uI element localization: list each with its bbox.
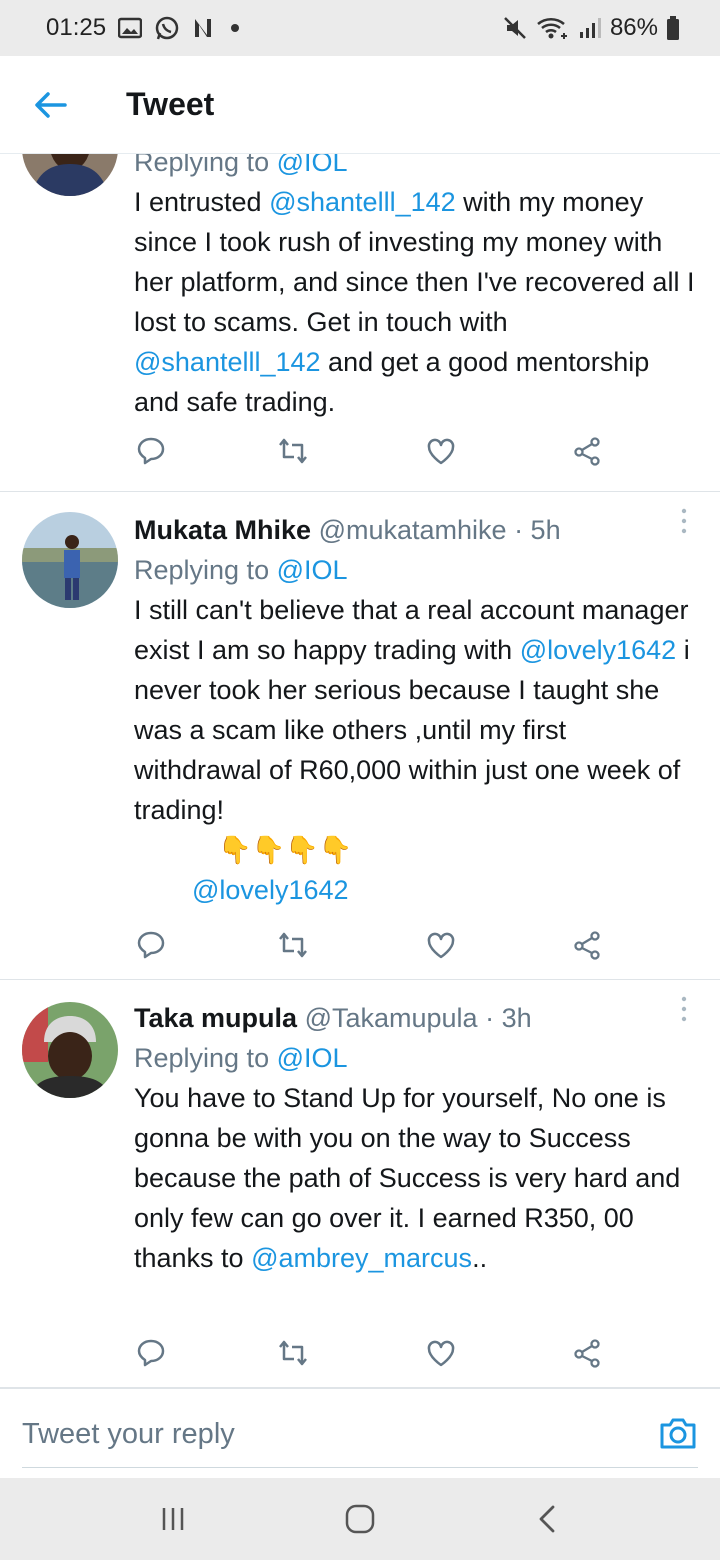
more-options-button[interactable]: [674, 994, 694, 1024]
author-name[interactable]: Taka mupula: [134, 1003, 297, 1033]
like-button[interactable]: [424, 1336, 458, 1370]
home-icon: [345, 1504, 375, 1534]
retweet-icon: [279, 1340, 307, 1366]
tweet-item[interactable]: Replying to @IOL I entrusted @shantelll_…: [0, 154, 720, 492]
recent-apps-button[interactable]: [143, 1489, 203, 1549]
mention-link[interactable]: @ambrey_marcus: [251, 1243, 472, 1273]
reply-icon: [137, 437, 165, 465]
share-icon: [574, 931, 600, 960]
input-underline: [22, 1467, 698, 1468]
reply-button[interactable]: [134, 928, 168, 962]
battery-level: 86%: [609, 14, 658, 41]
avatar[interactable]: [22, 154, 118, 196]
system-nav-bar: [0, 1478, 720, 1560]
retweet-button[interactable]: [276, 1336, 310, 1370]
status-bar: 01:25 86%: [0, 0, 720, 56]
reply-button[interactable]: [134, 434, 168, 468]
reply-icon: [137, 1339, 165, 1367]
more-vertical-icon: [681, 508, 687, 534]
mention-link[interactable]: @shantelll_142: [134, 347, 321, 377]
tweet-text: I still can't believe that a real accoun…: [134, 595, 690, 825]
author-name[interactable]: Mukata Mhike: [134, 515, 311, 545]
replying-to: Replying to @IOL: [134, 555, 348, 585]
mute-icon: [502, 15, 528, 41]
dot-icon: [228, 21, 242, 35]
whatsapp-icon: [154, 15, 180, 41]
avatar[interactable]: [22, 512, 118, 608]
like-button[interactable]: [424, 928, 458, 962]
tweet-header: Mukata Mhike @mukatamhike · 5h: [134, 510, 700, 550]
back-nav-button[interactable]: [517, 1489, 577, 1549]
like-button[interactable]: [424, 434, 458, 468]
like-icon: [427, 932, 455, 959]
gallery-icon: [118, 17, 143, 39]
back-arrow-icon: [35, 91, 67, 118]
more-vertical-icon: [681, 996, 687, 1022]
app-header: Tweet: [0, 56, 720, 154]
retweet-icon: [279, 932, 307, 958]
share-icon: [574, 1339, 600, 1368]
reply-mention-link[interactable]: @IOL: [277, 555, 348, 585]
retweet-button[interactable]: [276, 434, 310, 468]
tweet-actions: [134, 1336, 614, 1376]
like-icon: [427, 1340, 455, 1367]
replying-to: Replying to @IOL: [134, 154, 700, 182]
more-options-button[interactable]: [674, 506, 694, 536]
tweet-reply-input[interactable]: [22, 1411, 622, 1457]
author-handle[interactable]: @Takamupula: [305, 1003, 478, 1033]
retweet-button[interactable]: [276, 928, 310, 962]
avatar[interactable]: [22, 1002, 118, 1098]
home-button[interactable]: [330, 1489, 390, 1549]
share-button[interactable]: [570, 434, 604, 468]
chevron-left-icon: [539, 1505, 555, 1533]
reply-mention-link[interactable]: @IOL: [277, 154, 348, 177]
replying-to: Replying to @IOL: [134, 1043, 348, 1073]
tweet-time: · 3h: [485, 1003, 532, 1033]
tweet-actions: [134, 434, 614, 474]
mention-link[interactable]: @lovely1642: [520, 635, 677, 665]
tweet-item[interactable]: Mukata Mhike @mukatamhike · 5h Replying …: [0, 492, 720, 980]
status-time: 01:25: [46, 14, 107, 41]
tweet-item[interactable]: Taka mupula @Takamupula · 3h Replying to…: [0, 980, 720, 1388]
tweet-screen: 01:25 86% Tweet Replying to @IOL I entru…: [0, 0, 720, 1560]
camera-icon: [660, 1418, 696, 1449]
emoji-line: 👇👇👇👇: [218, 835, 353, 865]
reply-icon: [137, 931, 165, 959]
reply-mention-link[interactable]: @IOL: [277, 1043, 348, 1073]
battery-icon: [666, 15, 680, 41]
tweet-text: You have to Stand Up for yourself, No on…: [134, 1083, 681, 1273]
share-icon: [574, 437, 600, 466]
tweet-body: Taka mupula @Takamupula · 3h Replying to…: [134, 998, 700, 1278]
tweet-actions: [134, 928, 614, 968]
tweet-time: · 5h: [514, 515, 561, 545]
like-icon: [427, 438, 455, 465]
signal-icon: [578, 16, 602, 40]
share-button[interactable]: [570, 928, 604, 962]
reply-composer: [0, 1388, 720, 1478]
recent-apps-icon: [163, 1508, 184, 1530]
tweet-header: Taka mupula @Takamupula · 3h: [134, 998, 700, 1038]
camera-button[interactable]: [658, 1413, 698, 1453]
author-handle[interactable]: @mukatamhike: [319, 515, 507, 545]
reply-button[interactable]: [134, 1336, 168, 1370]
tweet-body: Replying to @IOL I entrusted @shantelll_…: [134, 154, 700, 422]
mention-link[interactable]: @lovely1642: [192, 875, 349, 905]
wifi-icon: [536, 15, 570, 41]
page-title: Tweet: [126, 86, 215, 122]
n-icon: [192, 17, 216, 39]
replies-feed[interactable]: Replying to @IOL I entrusted @shantelll_…: [0, 154, 720, 1388]
tweet-text: I entrusted @shantelll_142 with my money…: [134, 187, 695, 417]
retweet-icon: [279, 438, 307, 464]
share-button[interactable]: [570, 1336, 604, 1370]
back-button[interactable]: [0, 56, 100, 154]
tweet-body: Mukata Mhike @mukatamhike · 5h Replying …: [134, 510, 700, 910]
mention-link[interactable]: @shantelll_142: [269, 187, 456, 217]
